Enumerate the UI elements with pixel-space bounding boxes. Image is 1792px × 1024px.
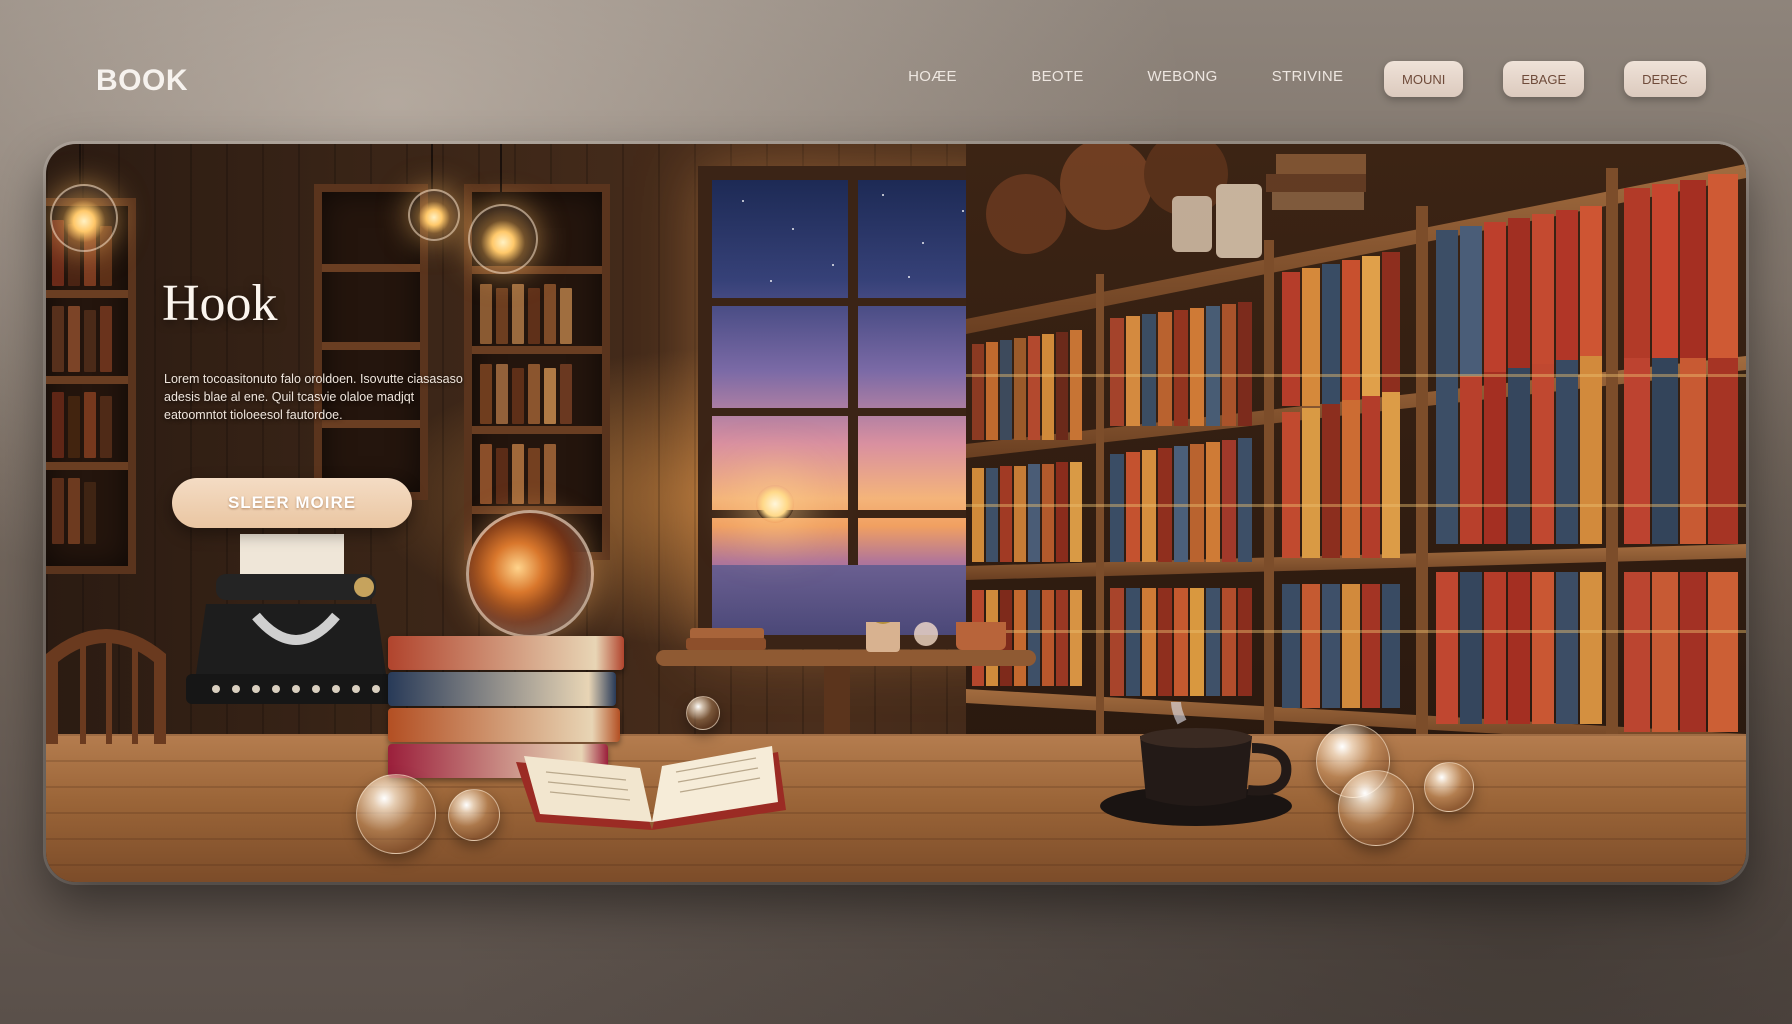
brand-logo[interactable]: BOOK bbox=[96, 64, 188, 98]
nav-link-home[interactable]: HOÆE bbox=[870, 68, 995, 85]
nav-buttons: MOUNI EBAGE DEREC bbox=[1384, 61, 1706, 97]
glass-orb bbox=[1338, 770, 1414, 846]
landing-page: BOOK HOÆE BEOTE WEBONG STRIVINE MOUNI EB… bbox=[0, 0, 1792, 1024]
nav-link-beote[interactable]: BEOTE bbox=[995, 68, 1120, 85]
nav-button-derec[interactable]: DEREC bbox=[1624, 61, 1706, 97]
glass-orb bbox=[356, 774, 436, 854]
glass-orb bbox=[686, 696, 720, 730]
nav-links: HOÆE BEOTE WEBONG STRIVINE bbox=[870, 68, 1370, 85]
typewriter-icon bbox=[186, 534, 396, 704]
hero-title: Hook bbox=[162, 275, 278, 332]
pendant-bulb-icon bbox=[468, 204, 538, 274]
coffee-cup-icon bbox=[1100, 702, 1292, 826]
hero-banner: Hook Lorem tocoasitonuto falo oroldoen. … bbox=[46, 144, 1746, 882]
right-bookcase bbox=[966, 144, 1746, 758]
nav-button-mouni[interactable]: MOUNI bbox=[1384, 61, 1464, 97]
nav-button-ebage[interactable]: EBAGE bbox=[1503, 61, 1585, 97]
left-bookshelf bbox=[46, 198, 136, 574]
nav-link-webong[interactable]: WEBONG bbox=[1120, 68, 1245, 85]
chair bbox=[46, 629, 166, 744]
learn-more-button[interactable]: SLEER MOIRE bbox=[172, 478, 412, 528]
glass-orb bbox=[448, 789, 500, 841]
bookcase-illustration bbox=[966, 144, 1746, 758]
top-nav: BOOK HOÆE BEOTE WEBONG STRIVINE MOUNI EB… bbox=[0, 0, 1792, 150]
nav-link-strivine[interactable]: STRIVINE bbox=[1245, 68, 1370, 85]
sun bbox=[756, 485, 794, 523]
pendant-bulb-icon bbox=[408, 189, 460, 241]
pendant-bulb-icon bbox=[50, 184, 118, 252]
globe-icon bbox=[466, 510, 594, 638]
hero-description: Lorem tocoasitonuto falo oroldoen. Isovu… bbox=[164, 372, 463, 422]
open-book bbox=[516, 746, 786, 830]
wooden-desk bbox=[46, 734, 1746, 882]
middle-bookshelf bbox=[314, 184, 428, 500]
glass-orb bbox=[1424, 762, 1474, 812]
